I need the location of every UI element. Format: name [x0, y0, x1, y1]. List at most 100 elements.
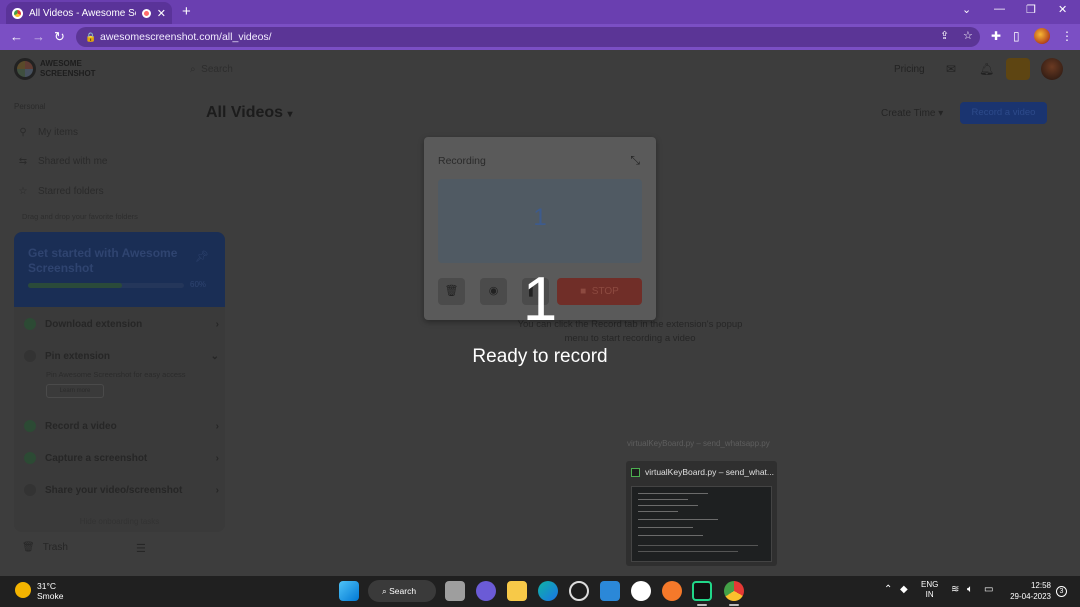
- task-record-video[interactable]: Record a video ›: [24, 420, 219, 432]
- profile-avatar[interactable]: [1034, 28, 1050, 44]
- chevron-right-icon: ›: [215, 318, 219, 330]
- tab-search-icon[interactable]: ⌄: [962, 3, 971, 16]
- preview-countdown: 1: [533, 204, 547, 231]
- check-icon: [24, 318, 36, 330]
- wifi-icon[interactable]: ≋: [951, 584, 959, 595]
- task-share[interactable]: Share your video/screenshot ›: [24, 484, 219, 496]
- delete-recording-button[interactable]: 🗑︎: [438, 278, 465, 305]
- task-view-icon[interactable]: [445, 581, 465, 601]
- edge-browser-icon[interactable]: [538, 581, 558, 601]
- address-bar[interactable]: 🔒 awesomescreenshot.com/all_videos/: [76, 27, 980, 47]
- caret-down-icon: ▾: [287, 109, 293, 120]
- sidebar-item-trash[interactable]: 🗑︎ Trash: [22, 542, 68, 553]
- sidebar-item-starred[interactable]: ☆ Starred folders: [16, 186, 104, 197]
- forward-button[interactable]: →: [32, 29, 45, 44]
- check-icon: [24, 350, 36, 362]
- trash-icon: 🗑︎: [22, 542, 35, 553]
- pin-extension-desc: Pin Awesome Screenshot for easy access: [46, 370, 186, 379]
- search-input[interactable]: ⌕ Search: [190, 64, 233, 75]
- sidebar-section-label: Personal: [14, 102, 46, 111]
- reload-button[interactable]: ↻: [54, 29, 65, 45]
- pricing-link[interactable]: Pricing: [894, 64, 925, 75]
- gift-icon[interactable]: [1006, 58, 1030, 80]
- onboarding-title: Get started with Awesome Screenshot: [28, 246, 178, 275]
- preview-screenshot: [631, 486, 772, 562]
- bell-icon[interactable]: 🔔︎: [979, 62, 994, 76]
- hide-onboarding-link[interactable]: Hide onboarding tasks: [14, 517, 225, 526]
- taskbar-search[interactable]: ⌕ Search: [368, 580, 436, 602]
- browser-toolbar: ← → ↻ 🔒 awesomescreenshot.com/all_videos…: [0, 24, 1080, 50]
- close-window-button[interactable]: ✕: [1058, 3, 1067, 16]
- chevron-right-icon: ›: [215, 420, 219, 432]
- app-circle-icon[interactable]: [631, 581, 651, 601]
- taskbar-preview-tooltip: virtualKeyBoard.py – send_whatsapp.py: [627, 439, 770, 448]
- lock-icon[interactable]: 🔒: [85, 27, 96, 47]
- logo-text: AWESOME SCREENSHOT: [40, 59, 96, 78]
- taskbar-window-preview[interactable]: virtualKeyBoard.py – send_what...: [626, 461, 777, 566]
- onboarding-card: Get started with Awesome Screenshot 📌︎ 6…: [14, 232, 225, 532]
- check-icon: [24, 484, 36, 496]
- sidebar-item-my-items[interactable]: ⚲ My items: [16, 127, 78, 138]
- list-view-icon[interactable]: ☰: [136, 542, 146, 555]
- recording-widget-title: Recording: [438, 155, 486, 167]
- task-capture-screenshot[interactable]: Capture a screenshot ›: [24, 452, 219, 464]
- pycharm-taskbar-icon[interactable]: [692, 581, 712, 601]
- chevron-up-icon[interactable]: ⌃: [884, 584, 892, 595]
- url-text: awesomescreenshot.com/all_videos/: [100, 31, 272, 43]
- file-explorer-icon[interactable]: [507, 581, 527, 601]
- dell-icon[interactable]: [569, 581, 589, 601]
- chrome-favicon-icon: [12, 7, 23, 19]
- side-panel-icon[interactable]: ▯: [1013, 29, 1020, 43]
- back-button[interactable]: ←: [10, 29, 23, 44]
- battery-icon[interactable]: ▭: [984, 584, 993, 595]
- pin-icon[interactable]: 📌︎: [195, 250, 209, 263]
- chrome-menu-icon[interactable]: ⋮: [1061, 29, 1073, 43]
- task-download-extension[interactable]: Download extension ›: [24, 318, 219, 330]
- teams-chat-icon[interactable]: [476, 581, 496, 601]
- user-avatar[interactable]: [1041, 58, 1063, 80]
- system-clock[interactable]: 12:58 29-04-2023: [1003, 580, 1051, 602]
- tab-title: All Videos - Awesome Screens: [29, 7, 136, 19]
- onboarding-progress-fill: [28, 283, 122, 288]
- share-page-icon[interactable]: ⇪: [940, 29, 949, 42]
- person-icon: ⚲: [19, 127, 27, 138]
- weather-widget[interactable]: 31°C Smoke: [37, 581, 63, 601]
- bookmark-star-icon[interactable]: ☆: [963, 29, 973, 42]
- browser-titlebar: All Videos - Awesome Screens ✕ + ⌄ — ❐ ✕: [0, 0, 1080, 24]
- notification-badge[interactable]: 3: [1056, 586, 1067, 597]
- sidebar-item-shared[interactable]: ⇆ Shared with me: [16, 156, 108, 167]
- onboarding-header: Get started with Awesome Screenshot 📌︎ 6…: [14, 232, 225, 307]
- recording-preview: 1: [438, 179, 642, 263]
- blender-icon[interactable]: [662, 581, 682, 601]
- extensions-puzzle-icon[interactable]: ✚: [991, 29, 1001, 43]
- record-video-button[interactable]: Record a video: [960, 102, 1047, 124]
- awesome-screenshot-logo-icon[interactable]: [14, 58, 36, 80]
- recording-indicator-icon: [141, 8, 151, 18]
- browser-tab[interactable]: All Videos - Awesome Screens ✕: [6, 2, 172, 24]
- onboarding-progress: [28, 283, 184, 288]
- chrome-taskbar-icon[interactable]: [724, 581, 744, 601]
- tray-app-icon[interactable]: ◆: [900, 584, 908, 595]
- preview-window-title: virtualKeyBoard.py – send_what...: [631, 467, 774, 477]
- tab-close-icon[interactable]: ✕: [157, 7, 166, 20]
- feedback-icon[interactable]: ✉: [946, 62, 956, 76]
- maximize-button[interactable]: ❐: [1026, 3, 1036, 16]
- check-icon: [24, 420, 36, 432]
- pycharm-icon: [631, 467, 640, 477]
- chevron-right-icon: ›: [215, 484, 219, 496]
- minimize-arrows-icon[interactable]: ⤡: [630, 153, 640, 168]
- new-tab-button[interactable]: +: [182, 3, 191, 20]
- sort-dropdown[interactable]: Create Time ▾: [881, 108, 943, 119]
- page-title[interactable]: All Videos ▾: [206, 104, 293, 122]
- chevron-right-icon: ›: [215, 452, 219, 464]
- task-pin-extension[interactable]: Pin extension ⌄: [24, 350, 219, 362]
- learn-more-button[interactable]: Learn more: [46, 384, 104, 398]
- sidebar-hint: Drag and drop your favorite folders: [22, 212, 138, 221]
- share-icon: ⇆: [18, 156, 28, 167]
- windows-start-icon[interactable]: [339, 581, 359, 601]
- mail-icon[interactable]: [600, 581, 620, 601]
- weather-sun-icon[interactable]: [15, 582, 31, 598]
- minimize-button[interactable]: —: [994, 3, 1005, 15]
- speaker-muted-icon[interactable]: 🔈︎: [967, 584, 973, 595]
- language-indicator[interactable]: ENG IN: [921, 580, 938, 600]
